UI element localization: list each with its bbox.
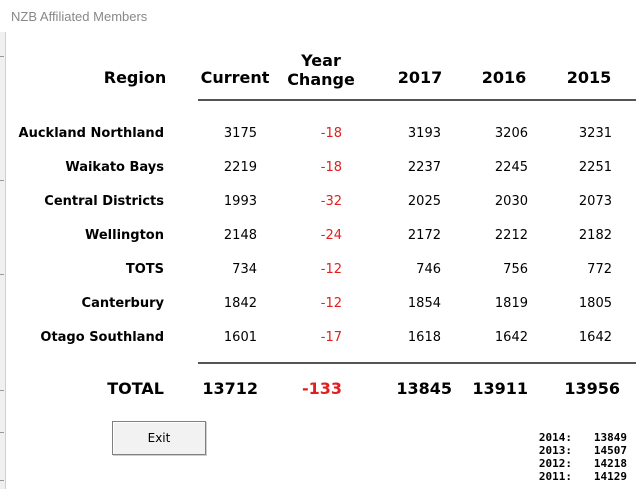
value-2015: 1642: [578, 330, 612, 345]
value-2015: 2182: [578, 228, 612, 243]
value-2015: 1805: [578, 296, 612, 311]
value-2017: 1618: [407, 330, 441, 345]
value-2016: 2212: [494, 228, 528, 243]
header-year-change-line1: Year: [301, 51, 341, 70]
value-2015: 3231: [578, 126, 612, 141]
value-2017: 1854: [407, 296, 441, 311]
region-name: Waikato Bays: [65, 160, 164, 175]
value-2017: 2172: [407, 228, 441, 243]
value-2017: 3193: [407, 126, 441, 141]
year-change-value: -18: [320, 160, 342, 175]
edge-tick: [0, 480, 4, 481]
value-2015: 2073: [578, 194, 612, 209]
current-value: 1993: [223, 194, 257, 209]
window-title: NZB Affiliated Members: [11, 9, 148, 24]
value-2016: 1819: [494, 296, 528, 311]
table-row: Auckland Northland 3175 -18 3193 3206 32…: [0, 124, 640, 144]
table-row: Canterbury 1842 -12 1854 1819 1805: [0, 294, 640, 314]
value-2015: 2251: [578, 160, 612, 175]
history-item: 2011: 14129: [520, 470, 630, 483]
edge-tick: [0, 56, 4, 57]
current-value: 1601: [223, 330, 257, 345]
region-name: Canterbury: [81, 296, 164, 311]
header-divider: [198, 99, 636, 101]
history-value: 14129: [593, 470, 627, 483]
history-year: 2013:: [538, 444, 572, 457]
total-2016: 13911: [472, 379, 528, 398]
total-row: TOTAL 13712 -133 13845 13911 13956: [0, 378, 640, 398]
table-row: Central Districts 1993 -32 2025 2030 207…: [0, 192, 640, 212]
history-item: 2012: 14218: [520, 457, 630, 470]
region-name: TOTS: [125, 262, 164, 277]
value-2016: 3206: [494, 126, 528, 141]
table-row: Wellington 2148 -24 2172 2212 2182: [0, 226, 640, 246]
value-2016: 2030: [494, 194, 528, 209]
year-change-value: -12: [320, 262, 342, 277]
header-year-change: Year Change: [284, 51, 358, 89]
current-value: 2148: [223, 228, 257, 243]
region-name: Central Districts: [44, 194, 164, 209]
total-2017: 13845: [396, 379, 452, 398]
total-label: TOTAL: [107, 379, 164, 398]
header-2016: 2016: [481, 68, 527, 87]
edge-tick: [0, 432, 4, 433]
value-2017: 746: [416, 262, 441, 277]
title-bar: NZB Affiliated Members: [0, 0, 640, 32]
value-2016: 2245: [494, 160, 528, 175]
region-name: Otago Southland: [40, 330, 164, 345]
year-change-value: -32: [320, 194, 342, 209]
value-2017: 2237: [407, 160, 441, 175]
header-2015: 2015: [566, 68, 612, 87]
value-2016: 756: [503, 262, 528, 277]
header-2017: 2017: [397, 68, 443, 87]
year-change-value: -12: [320, 296, 342, 311]
header-current: Current: [200, 68, 270, 87]
history-year: 2012:: [538, 457, 572, 470]
header-region: Region: [103, 68, 167, 87]
value-2016: 1642: [494, 330, 528, 345]
total-year-change: -133: [301, 379, 342, 398]
current-value: 734: [232, 262, 257, 277]
table-row: Otago Southland 1601 -17 1618 1642 1642: [0, 328, 640, 348]
history-item: 2014: 13849: [520, 431, 630, 444]
year-change-value: -24: [320, 228, 342, 243]
history-year: 2011:: [538, 470, 572, 483]
history-item: 2013: 14507: [520, 444, 630, 457]
table-row: TOTS 734 -12 746 756 772: [0, 260, 640, 280]
value-2015: 772: [587, 262, 612, 277]
year-change-value: -17: [320, 330, 342, 345]
history-value: 14218: [593, 457, 627, 470]
year-change-value: -18: [320, 126, 342, 141]
total-2015: 13956: [564, 379, 620, 398]
region-name: Wellington: [84, 228, 164, 243]
table-row: Waikato Bays 2219 -18 2237 2245 2251: [0, 158, 640, 178]
total-divider: [198, 362, 636, 364]
region-name: Auckland Northland: [18, 126, 164, 141]
current-value: 1842: [223, 296, 257, 311]
exit-button[interactable]: Exit: [112, 421, 206, 455]
history-year: 2014:: [538, 431, 572, 444]
history-value: 14507: [593, 444, 627, 457]
edge-tick: [0, 180, 4, 181]
current-value: 3175: [223, 126, 257, 141]
header-year-change-line2: Change: [287, 70, 355, 89]
value-2017: 2025: [407, 194, 441, 209]
current-value: 2219: [223, 160, 257, 175]
history-value: 13849: [593, 431, 627, 444]
total-current: 13712: [202, 379, 258, 398]
